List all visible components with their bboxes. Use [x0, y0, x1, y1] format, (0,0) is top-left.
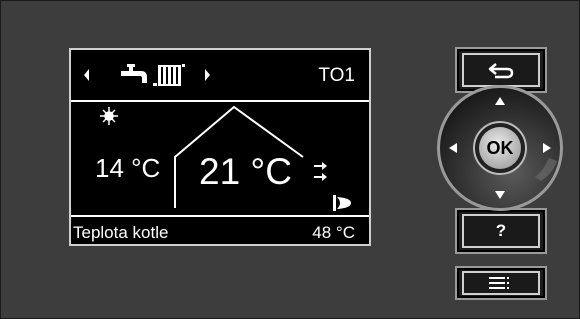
ok-label: OK — [486, 137, 514, 158]
ok-button[interactable]: OK — [479, 127, 521, 169]
control-panel: TO1 14 °C 21 °C Teplota kotle 48 °C ? OK — [0, 0, 580, 319]
